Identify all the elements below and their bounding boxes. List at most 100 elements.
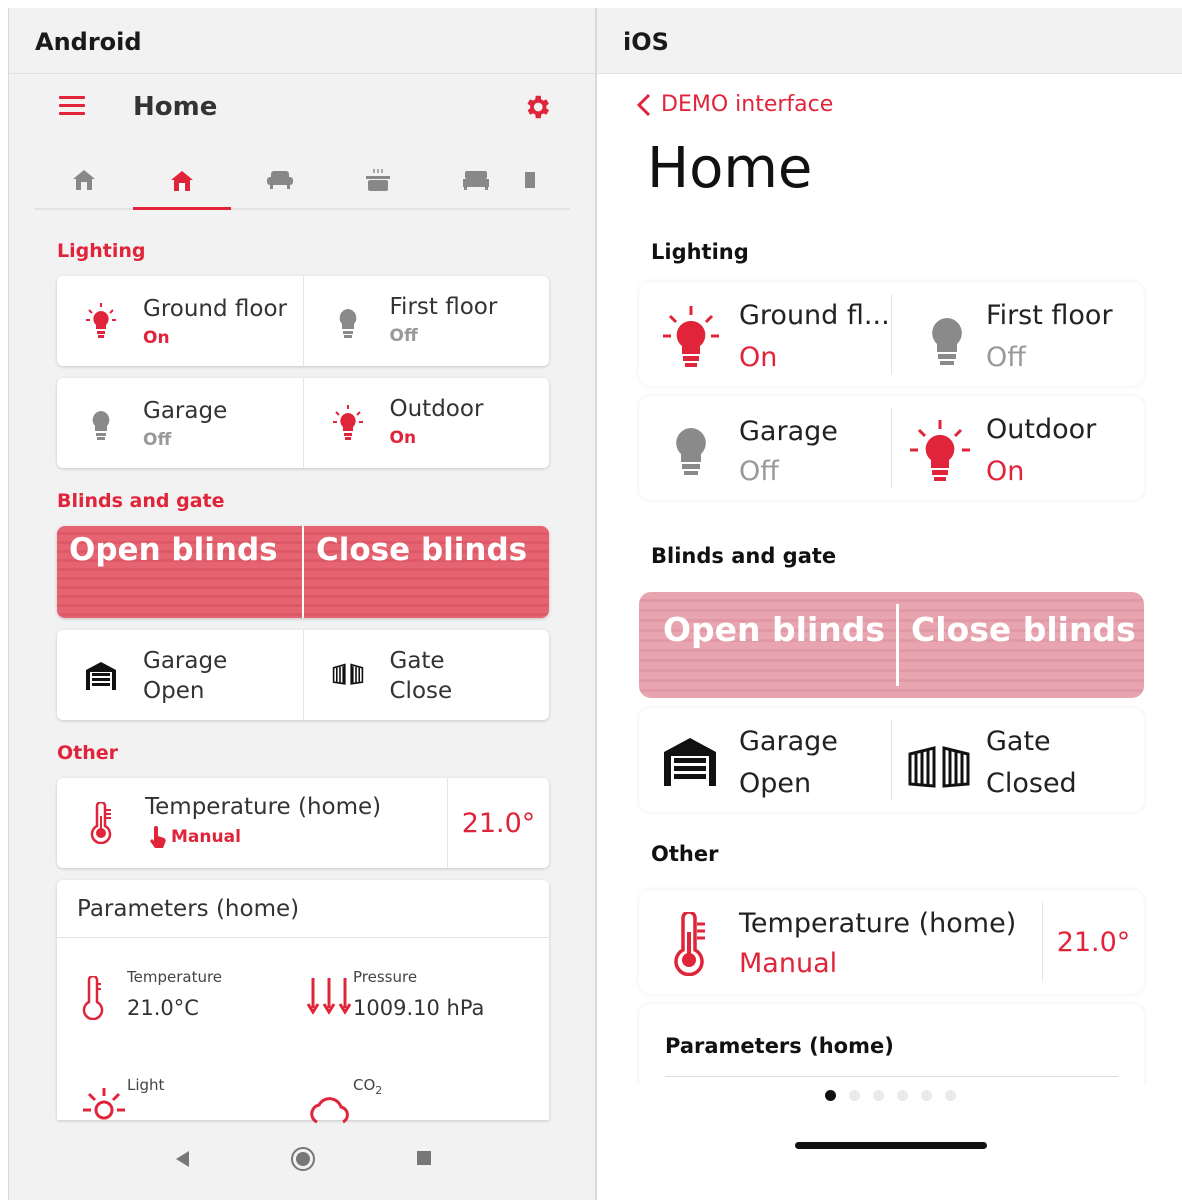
light-name: First floor [389,294,498,320]
home-indicator[interactable] [795,1142,987,1149]
light-ground-floor[interactable]: Ground floor On [57,276,303,366]
garage-icon [664,738,716,786]
parameters-card: Parameters (home) [639,1004,1144,1084]
garage-door[interactable]: Garage Open [639,708,891,812]
light-state: On [986,456,1025,487]
android-panel: Android Home Lighting Ground floor On Fi… [8,8,595,1200]
temperature-info: Temperature (home) Manual [57,778,447,868]
tab-kitchen[interactable] [329,154,427,206]
recents-square-icon[interactable] [415,1149,433,1167]
tab-living-room[interactable] [231,154,329,206]
lights-card-1: Ground floor On First floor Off [57,276,549,366]
light-name: Outdoor [389,396,484,422]
gear-icon[interactable] [522,92,552,122]
more-icon [525,172,535,188]
ios-screen: DEMO interface Home Lighting Ground fl..… [597,74,1182,1084]
section-lighting: Lighting [651,240,749,264]
light-first-floor[interactable]: First floor Off [302,276,550,366]
param-pressure: Pressure 1009.10 hPa [283,962,513,1042]
tab-bedroom[interactable] [427,154,525,206]
page-title: Home [647,136,813,201]
home-circle-icon[interactable] [290,1146,316,1172]
light-first-floor[interactable]: First floor Off [891,294,1144,374]
light-outdoor[interactable]: Outdoor On [302,378,550,468]
tab-all-home[interactable] [35,154,133,206]
param-label: Light [127,1076,165,1094]
temperature-value: 21.0° [1042,902,1144,982]
gate-icon [908,746,970,788]
gate-icon [332,663,363,685]
light-name: Ground floor [143,296,287,322]
light-outdoor[interactable]: Outdoor On [891,408,1144,488]
page-dot[interactable] [873,1090,884,1101]
gate-name: Gate [389,648,445,674]
temperature-value: 21.0° [447,778,549,868]
bulb-on-icon [86,303,116,338]
light-garage[interactable]: Garage Off [57,378,303,468]
gate[interactable]: Gate Closed [891,720,1144,800]
hand-icon [150,826,166,848]
android-nav-bar [35,1127,570,1200]
room-tabs [35,142,570,210]
light-state: On [143,328,170,348]
home-icon [171,170,193,191]
back-button[interactable]: DEMO interface [637,92,833,117]
gate[interactable]: Gate Close [302,630,550,720]
tab-home[interactable] [133,154,231,210]
light-ground-floor[interactable]: Ground fl... On [639,282,891,386]
page-dot[interactable] [945,1090,956,1101]
page-dot[interactable] [849,1090,860,1101]
light-name: Ground fl... [739,300,890,331]
android-screen: Home Lighting Ground floor On First floo… [35,74,570,1127]
parameters-card: Parameters (home) Temperature 21.0°C Pre… [57,880,549,1124]
light-name: First floor [986,300,1113,331]
garage-gate-card: Garage Open Gate Close [57,630,549,720]
page-dot[interactable] [897,1090,908,1101]
param-temperature: Temperature 21.0°C [57,962,287,1042]
section-blinds: Blinds and gate [57,490,225,512]
bed-icon [463,171,489,190]
light-state: On [739,342,778,373]
cloud-icon [310,1097,349,1124]
temperature-card[interactable]: Temperature (home) Manual 21.0° [639,890,1144,994]
garage-state: Open [739,768,812,799]
pressure-arrows-icon [307,978,351,1015]
tab-more[interactable] [525,154,570,206]
temperature-mode-label: Manual [171,827,241,847]
temperature-info: Temperature (home) Manual [639,890,1042,994]
open-blinds-button[interactable]: Open blinds [57,526,302,618]
ios-panel: iOS DEMO interface Home Lighting Ground … [595,8,1182,1200]
light-state: Off [739,456,779,487]
temperature-card[interactable]: Temperature (home) Manual 21.0° [57,778,549,868]
section-other: Other [651,842,719,866]
menu-icon[interactable] [59,96,85,116]
light-name: Garage [143,398,228,424]
pot-icon [366,169,390,191]
section-other: Other [57,742,119,764]
bulb-off-icon [932,318,962,365]
light-name: Garage [739,416,838,447]
param-label: CO2 [353,1076,383,1097]
home-outline-icon [73,170,95,190]
close-blinds-button[interactable]: Close blinds [896,604,1144,686]
param-co2: CO2 [283,1070,513,1127]
divider [665,1076,1118,1077]
page-indicator [597,1090,1182,1101]
page-title: Home [133,92,218,122]
light-garage[interactable]: Garage Off [639,396,891,500]
garage-door[interactable]: Garage Open [57,630,303,720]
panel-label-android: Android [9,8,595,74]
page-dot[interactable] [921,1090,932,1101]
sofa-icon [267,171,293,189]
back-triangle-icon[interactable] [173,1149,191,1169]
thermometer-icon [674,912,705,976]
page-dot[interactable] [825,1090,836,1101]
close-blinds-button[interactable]: Close blinds [302,526,549,618]
chevron-left-icon [637,93,651,116]
bulb-off-icon [339,309,356,338]
temperature-mode: Manual [149,826,241,848]
lights-card-1: Ground fl... On First floor Off [639,282,1144,386]
light-state: On [389,428,417,448]
open-blinds-button[interactable]: Open blinds [639,592,896,698]
light-state: Off [143,430,172,450]
